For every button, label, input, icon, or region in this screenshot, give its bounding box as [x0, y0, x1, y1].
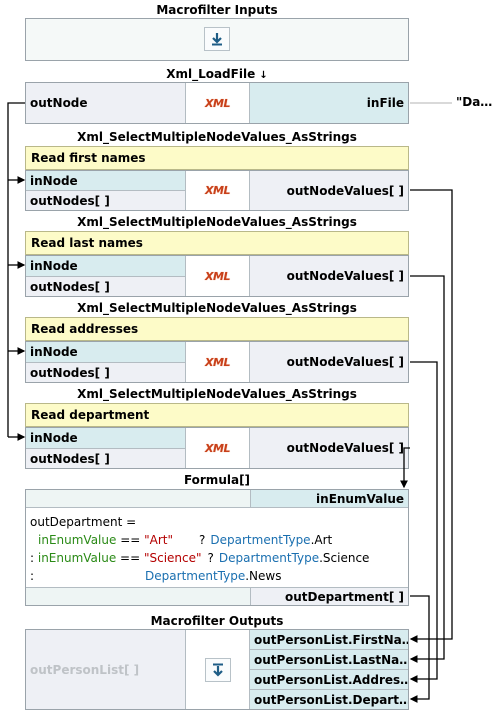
- xml-icon: XML: [205, 269, 230, 283]
- formula-input-left: [26, 490, 250, 508]
- lastname-link: [409, 275, 445, 663]
- loadfile-icon-cell: XML: [185, 83, 250, 123]
- select-title: Xml_SelectMultipleNodeValues_AsStrings: [77, 301, 357, 315]
- inputs-block[interactable]: [25, 18, 409, 61]
- formula-line-2: inEnumValue == "Art"? DepartmentType.Art: [38, 533, 332, 547]
- outnodes-port[interactable]: outNodes[ ]: [26, 362, 185, 382]
- loadfile-block[interactable]: outNode XML inFile: [25, 82, 409, 124]
- select-block-1[interactable]: inNode outNodes[ ] XML outNodeValues[ ]: [25, 170, 409, 211]
- formula-question: ?: [199, 533, 206, 547]
- inenumvalue-port[interactable]: inEnumValue: [250, 490, 408, 508]
- outnodevalues-port[interactable]: outNodeValues[ ]: [250, 428, 408, 468]
- select-icon-cell: XML: [185, 256, 250, 296]
- select-block-3[interactable]: inNode outNodes[ ] XML outNodeValues[ ]: [25, 341, 409, 383]
- formula-colon: :: [30, 551, 38, 565]
- formula-member: .Science: [319, 551, 370, 565]
- xml-icon: XML: [205, 355, 230, 369]
- output-lastname-port[interactable]: outPersonList.LastNa…: [250, 650, 408, 670]
- output-department-port[interactable]: outPersonList.Depart…: [250, 690, 408, 709]
- load-arrow-icon: ↓: [259, 70, 268, 81]
- select-icon-cell: XML: [185, 428, 250, 468]
- select-title: Xml_SelectMultipleNodeValues_AsStrings: [77, 130, 357, 144]
- outputs-icon-cell: [185, 630, 250, 709]
- outnodes-port[interactable]: outNodes[ ]: [26, 276, 185, 296]
- formula-op: ==: [116, 551, 144, 565]
- formula-output-left: [26, 587, 250, 605]
- comment-read-addresses: Read addresses: [25, 317, 409, 341]
- formula-op: ==: [116, 533, 145, 547]
- comment-read-department: Read department: [25, 403, 409, 427]
- formula-colon: :: [30, 569, 35, 583]
- formula-block[interactable]: inEnumValue outDepartment = inEnumValue …: [25, 489, 409, 606]
- select-block-2[interactable]: inNode outNodes[ ] XML outNodeValues[ ]: [25, 255, 409, 297]
- formula-line-3: : inEnumValue == "Science"? DepartmentTyp…: [30, 551, 369, 565]
- outnodes-port[interactable]: outNodes[ ]: [26, 190, 185, 210]
- formula-question: ?: [207, 551, 214, 565]
- select-icon-cell: XML: [185, 342, 250, 382]
- outdepartment-port[interactable]: outDepartment[ ]: [250, 587, 408, 605]
- xml-icon: XML: [205, 96, 230, 110]
- outputs-block[interactable]: outPersonList[ ] outPersonList.FirstNa… …: [25, 629, 409, 710]
- formula-string: "Art": [144, 533, 174, 547]
- upload-arrow-icon[interactable]: [204, 657, 231, 682]
- firstname-link: [409, 189, 453, 643]
- output-address-port[interactable]: outPersonList.Addres…: [250, 670, 408, 690]
- formula-type: DepartmentType: [210, 533, 311, 547]
- innode-port[interactable]: inNode: [26, 342, 185, 362]
- outnodevalues-port[interactable]: outNodeValues[ ]: [250, 342, 408, 382]
- formula-type: DepartmentType: [145, 569, 246, 583]
- outnode-bus: [7, 102, 25, 437]
- innode-port[interactable]: inNode: [26, 428, 185, 448]
- formula-var: inEnumValue: [37, 551, 117, 565]
- innode-port[interactable]: inNode: [26, 171, 185, 190]
- output-firstname-port[interactable]: outPersonList.FirstNa…: [250, 630, 408, 650]
- download-arrow-icon[interactable]: [204, 27, 230, 51]
- outnodevalues-port[interactable]: outNodeValues[ ]: [250, 256, 408, 296]
- formula-title: Formula[]: [183, 473, 251, 487]
- select-title: Xml_SelectMultipleNodeValues_AsStrings: [77, 215, 357, 229]
- infile-value[interactable]: "Da…: [456, 95, 492, 109]
- outnode-port[interactable]: outNode: [26, 83, 185, 123]
- outnodevalues-port[interactable]: outNodeValues[ ]: [250, 171, 408, 210]
- address-link: [409, 361, 438, 683]
- formula-line-4: : DepartmentType.News: [30, 569, 281, 583]
- formula-member: .Art: [310, 533, 333, 547]
- loadfile-title: Xml_LoadFile ↓: [25, 67, 409, 81]
- comment-read-first-names: Read first names: [25, 146, 409, 170]
- formula-line-1: outDepartment =: [30, 515, 136, 529]
- formula-type: DepartmentType: [218, 551, 320, 565]
- department-link: [409, 595, 430, 703]
- select-icon-cell: XML: [185, 171, 250, 210]
- formula-member: .News: [245, 569, 282, 583]
- formula-assign: outDepartment =: [30, 515, 137, 529]
- xml-icon: XML: [205, 441, 230, 455]
- comment-read-last-names: Read last names: [25, 231, 409, 255]
- outputs-title: Macrofilter Outputs: [150, 614, 284, 628]
- select-title: Xml_SelectMultipleNodeValues_AsStrings: [77, 387, 357, 401]
- loadfile-title-text: Xml_LoadFile: [166, 67, 256, 81]
- innode-port[interactable]: inNode: [26, 256, 185, 276]
- select-block-4[interactable]: inNode outNodes[ ] XML outNodeValues[ ]: [25, 427, 409, 469]
- infile-port[interactable]: inFile: [250, 83, 408, 123]
- formula-string: "Science": [143, 551, 202, 565]
- outpersonlist-port[interactable]: outPersonList[ ]: [26, 630, 185, 709]
- formula-var: inEnumValue: [38, 533, 117, 547]
- xml-icon: XML: [205, 184, 230, 197]
- inputs-title: Macrofilter Inputs: [156, 3, 278, 17]
- outnodes-port[interactable]: outNodes[ ]: [26, 448, 185, 468]
